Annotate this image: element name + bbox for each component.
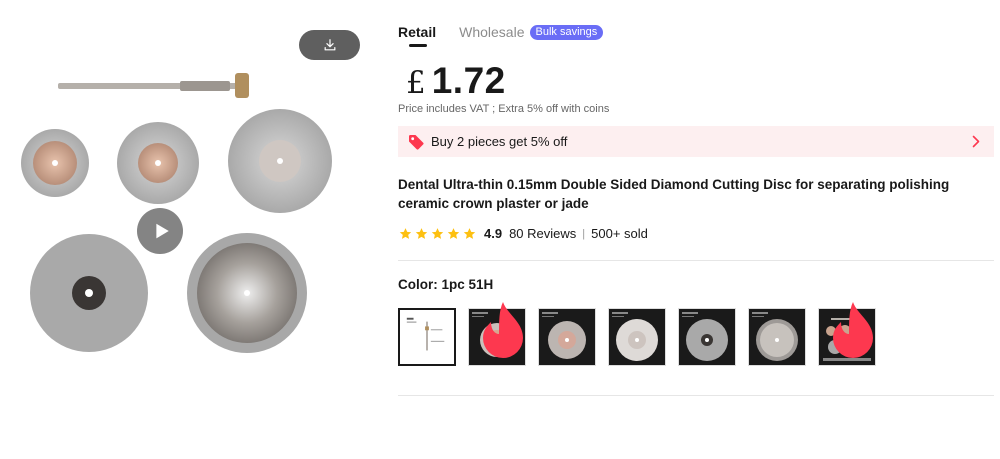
play-icon bbox=[155, 223, 169, 239]
swatch-image bbox=[679, 309, 735, 365]
play-video-button[interactable] bbox=[137, 208, 183, 254]
color-option[interactable] bbox=[608, 308, 666, 366]
vat-note: Price includes VAT ; Extra 5% off with c… bbox=[398, 103, 610, 115]
bulk-savings-badge: Bulk savings bbox=[529, 24, 604, 40]
sold-count: 500+ sold bbox=[591, 226, 648, 241]
divider bbox=[398, 395, 994, 396]
price-tabs: Retail Wholesale Bulk savings bbox=[398, 22, 604, 47]
product-image[interactable] bbox=[0, 0, 380, 420]
product-gallery bbox=[0, 0, 380, 420]
color-option[interactable] bbox=[538, 308, 596, 366]
color-option[interactable] bbox=[678, 308, 736, 366]
color-label: Color: 1pc 51H bbox=[398, 277, 494, 292]
color-swatches bbox=[398, 302, 888, 366]
price-currency: £ bbox=[406, 65, 426, 101]
color-option[interactable] bbox=[398, 308, 456, 366]
divider bbox=[398, 260, 994, 261]
star-icon bbox=[447, 227, 460, 239]
reviews-link[interactable]: 80 Reviews bbox=[509, 226, 576, 241]
chevron-right-icon bbox=[972, 135, 980, 148]
download-button[interactable] bbox=[299, 30, 360, 60]
color-option[interactable] bbox=[818, 302, 876, 366]
swatch-image bbox=[609, 309, 665, 365]
download-icon bbox=[324, 39, 335, 51]
hot-flame-icon bbox=[833, 302, 873, 358]
price: £ 1.72 bbox=[406, 60, 506, 102]
price-value: 1.72 bbox=[431, 60, 506, 101]
star-icon bbox=[415, 227, 428, 239]
rating-stars bbox=[398, 227, 478, 241]
promo-text: Buy 2 pieces get 5% off bbox=[431, 134, 568, 149]
tab-retail[interactable]: Retail bbox=[398, 24, 436, 47]
tab-wholesale[interactable]: Wholesale bbox=[459, 24, 524, 40]
star-icon bbox=[431, 227, 444, 239]
swatch-image bbox=[539, 309, 595, 365]
rating-row: 4.9 80 Reviews | 500+ sold bbox=[398, 226, 648, 241]
color-option[interactable] bbox=[468, 302, 526, 366]
separator: | bbox=[582, 227, 586, 240]
product-title: Dental Ultra-thin 0.15mm Double Sided Di… bbox=[398, 177, 950, 211]
color-option[interactable] bbox=[748, 308, 806, 366]
hot-flame-icon bbox=[483, 302, 523, 358]
tag-icon bbox=[409, 134, 424, 150]
star-icon bbox=[399, 227, 412, 239]
swatch-image bbox=[749, 309, 805, 365]
promo-banner[interactable]: Buy 2 pieces get 5% off bbox=[398, 126, 994, 157]
rating-value: 4.9 bbox=[484, 226, 503, 241]
star-icon bbox=[463, 227, 476, 239]
swatch-image bbox=[402, 312, 452, 362]
